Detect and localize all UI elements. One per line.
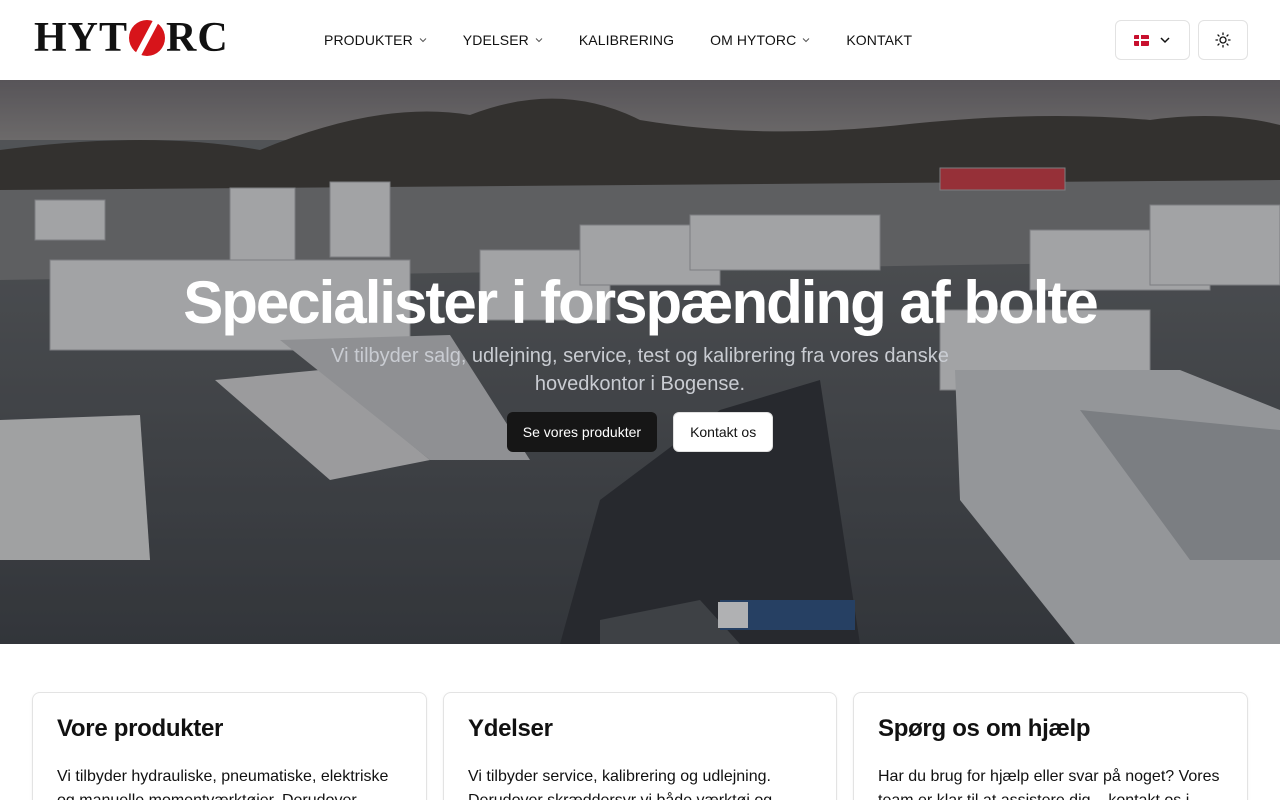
hero-buttons: Se vores produkter Kontakt os: [0, 412, 1280, 452]
card-text: Har du brug for hjælp eller svar på noge…: [878, 768, 1220, 800]
chevron-down-icon: [419, 38, 427, 43]
nav-item-kalibrering[interactable]: KALIBRERING: [579, 32, 674, 48]
nav-item-ydelser[interactable]: YDELSER: [463, 32, 543, 48]
card-text: Vi tilbyder service, kalibrering og udle…: [468, 768, 772, 800]
hero-subtitle: Vi tilbyder salg, udlejning, service, te…: [331, 345, 949, 395]
card-products[interactable]: Vore produkter Vi tilbyder hydrauliske, …: [32, 692, 427, 800]
chevron-down-icon: [1160, 37, 1170, 44]
nav-label: PRODUKTER: [324, 32, 413, 48]
nav-item-kontakt[interactable]: KONTAKT: [846, 32, 912, 48]
see-products-button[interactable]: Se vores produkter: [506, 412, 658, 452]
nav-label: YDELSER: [462, 32, 529, 48]
theme-toggle-button[interactable]: [1198, 20, 1248, 60]
card-text: Vi tilbyder hydrauliske, pneumatiske, el…: [57, 768, 389, 800]
card-services[interactable]: Ydelser Vi tilbyder service, kalibrering…: [443, 692, 837, 800]
hero-title: Specialister i forspænding af bolte: [183, 269, 1099, 336]
site-header: HYT RC PRODUKTER YDELSER KALIBRERING OM H…: [0, 0, 1280, 80]
card-title: Spørg os om hjælp: [878, 715, 1091, 742]
nav-item-om-hytorc[interactable]: OM HYTORC: [710, 32, 810, 48]
hytorc-logo[interactable]: HYT RC: [34, 15, 229, 61]
logo-text-left: HYT: [34, 15, 129, 61]
card-help[interactable]: Spørg os om hjælp Har du brug for hjælp …: [853, 692, 1248, 800]
sun-icon: [1215, 32, 1231, 48]
card-title: Ydelser: [468, 715, 553, 742]
hero-section: Specialister i forspænding af bolte Vi t…: [0, 80, 1280, 644]
nav-item-produkter[interactable]: PRODUKTER: [324, 32, 427, 48]
nav-label: OM HYTORC: [710, 32, 797, 48]
nav-label: KONTAKT: [846, 32, 913, 48]
chevron-down-icon: [802, 38, 810, 43]
nav-label: KALIBRERING: [578, 32, 675, 48]
logo-o-mark-icon: [129, 20, 166, 56]
language-selector[interactable]: [1115, 20, 1190, 60]
card-title: Vore produkter: [57, 715, 224, 742]
feature-cards: Vore produkter Vi tilbyder hydrauliske, …: [32, 692, 1248, 800]
logo-text-right: RC: [166, 15, 229, 61]
chevron-down-icon: [535, 38, 543, 43]
denmark-flag-icon: [1134, 34, 1149, 46]
contact-us-button[interactable]: Kontakt os: [673, 412, 774, 452]
main-nav: PRODUKTER YDELSER KALIBRERING OM HYTORC …: [324, 0, 948, 80]
